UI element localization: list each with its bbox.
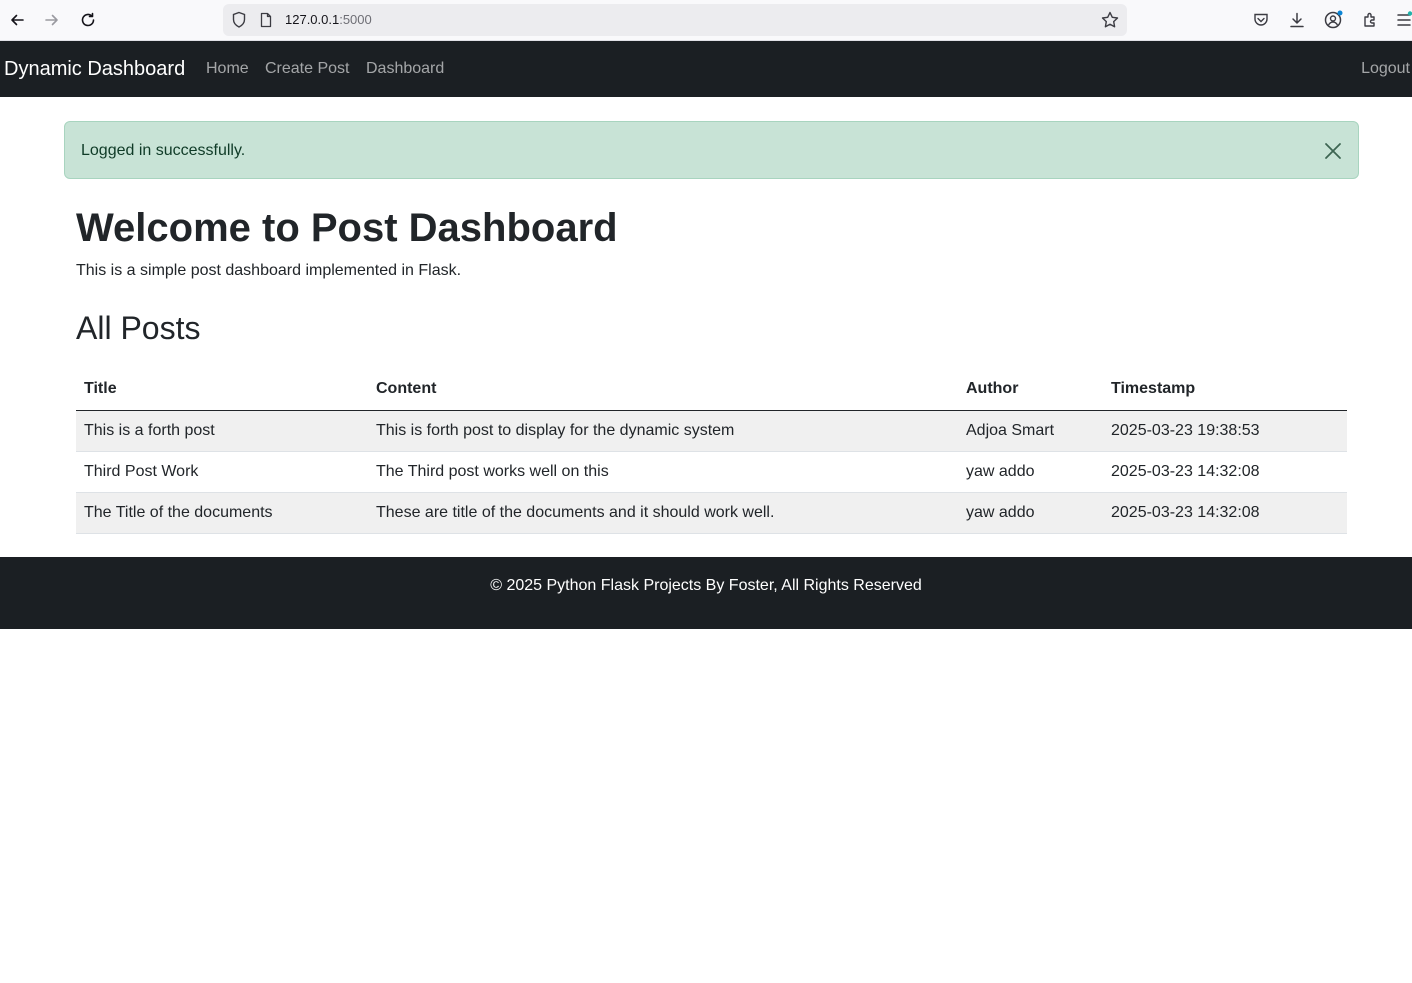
alert-message: Logged in successfully. — [81, 142, 246, 159]
url-host: 127.0.0.1 — [285, 12, 340, 27]
shield-icon[interactable] — [231, 11, 247, 34]
cell-timestamp: 2025-03-23 19:38:53 — [1103, 410, 1347, 452]
nav-link-dashboard[interactable]: Dashboard — [366, 59, 444, 79]
url-port: :5000 — [339, 12, 372, 27]
cell-timestamp: 2025-03-23 14:32:08 — [1103, 451, 1347, 493]
forward-icon[interactable] — [39, 8, 65, 32]
cell-content: This is forth post to display for the dy… — [368, 410, 958, 452]
table-header-row: Title Content Author Timestamp — [76, 369, 1347, 411]
close-icon[interactable] — [1322, 140, 1344, 162]
table-row: The Title of the documents These are tit… — [76, 492, 1347, 534]
nav-link-home[interactable]: Home — [206, 59, 249, 79]
column-header-author: Author — [958, 369, 1103, 411]
bookmark-star-icon[interactable] — [1100, 10, 1120, 35]
url-bar[interactable]: 127.0.0.1:5000 — [223, 4, 1127, 36]
url-text[interactable]: 127.0.0.1:5000 — [285, 12, 372, 28]
cell-title: This is a forth post — [76, 410, 368, 452]
cell-author: Adjoa Smart — [958, 410, 1103, 452]
posts-table: Title Content Author Timestamp This is a… — [76, 369, 1347, 534]
success-alert: Logged in successfully. — [64, 121, 1359, 179]
cell-author: yaw addo — [958, 451, 1103, 493]
page-title: Welcome to Post Dashboard — [76, 206, 618, 250]
navbar: Dynamic Dashboard Home Create Post Dashb… — [0, 41, 1412, 97]
page-icon — [259, 12, 273, 33]
back-icon[interactable] — [4, 8, 30, 32]
page-subtitle: This is a simple post dashboard implemen… — [76, 262, 462, 279]
footer: © 2025 Python Flask Projects By Foster, … — [0, 557, 1412, 629]
section-title: All Posts — [76, 310, 201, 346]
cell-author: yaw addo — [958, 492, 1103, 534]
account-icon[interactable] — [1323, 10, 1343, 30]
cell-title: Third Post Work — [76, 451, 368, 493]
navbar-brand[interactable]: Dynamic Dashboard — [4, 56, 185, 82]
browser-toolbar: 127.0.0.1:5000 — [0, 0, 1412, 41]
table-row: This is a forth post This is forth post … — [76, 410, 1347, 452]
download-icon[interactable] — [1287, 10, 1307, 30]
menu-icon[interactable] — [1396, 10, 1412, 30]
column-header-content: Content — [368, 369, 958, 411]
cell-timestamp: 2025-03-23 14:32:08 — [1103, 492, 1347, 534]
column-header-title: Title — [76, 369, 368, 411]
cell-content: These are title of the documents and it … — [368, 492, 958, 534]
nav-link-logout[interactable]: Logout — [1361, 59, 1410, 79]
column-header-timestamp: Timestamp — [1103, 369, 1347, 411]
footer-copyright: © 2025 Python Flask Projects By Foster, … — [490, 577, 922, 594]
extensions-icon[interactable] — [1360, 10, 1380, 30]
cell-content: The Third post works well on this — [368, 451, 958, 493]
cell-title: The Title of the documents — [76, 492, 368, 534]
pocket-icon[interactable] — [1251, 10, 1271, 30]
table-row: Third Post Work The Third post works wel… — [76, 451, 1347, 493]
nav-link-create-post[interactable]: Create Post — [265, 59, 349, 79]
reload-icon[interactable] — [75, 8, 101, 32]
